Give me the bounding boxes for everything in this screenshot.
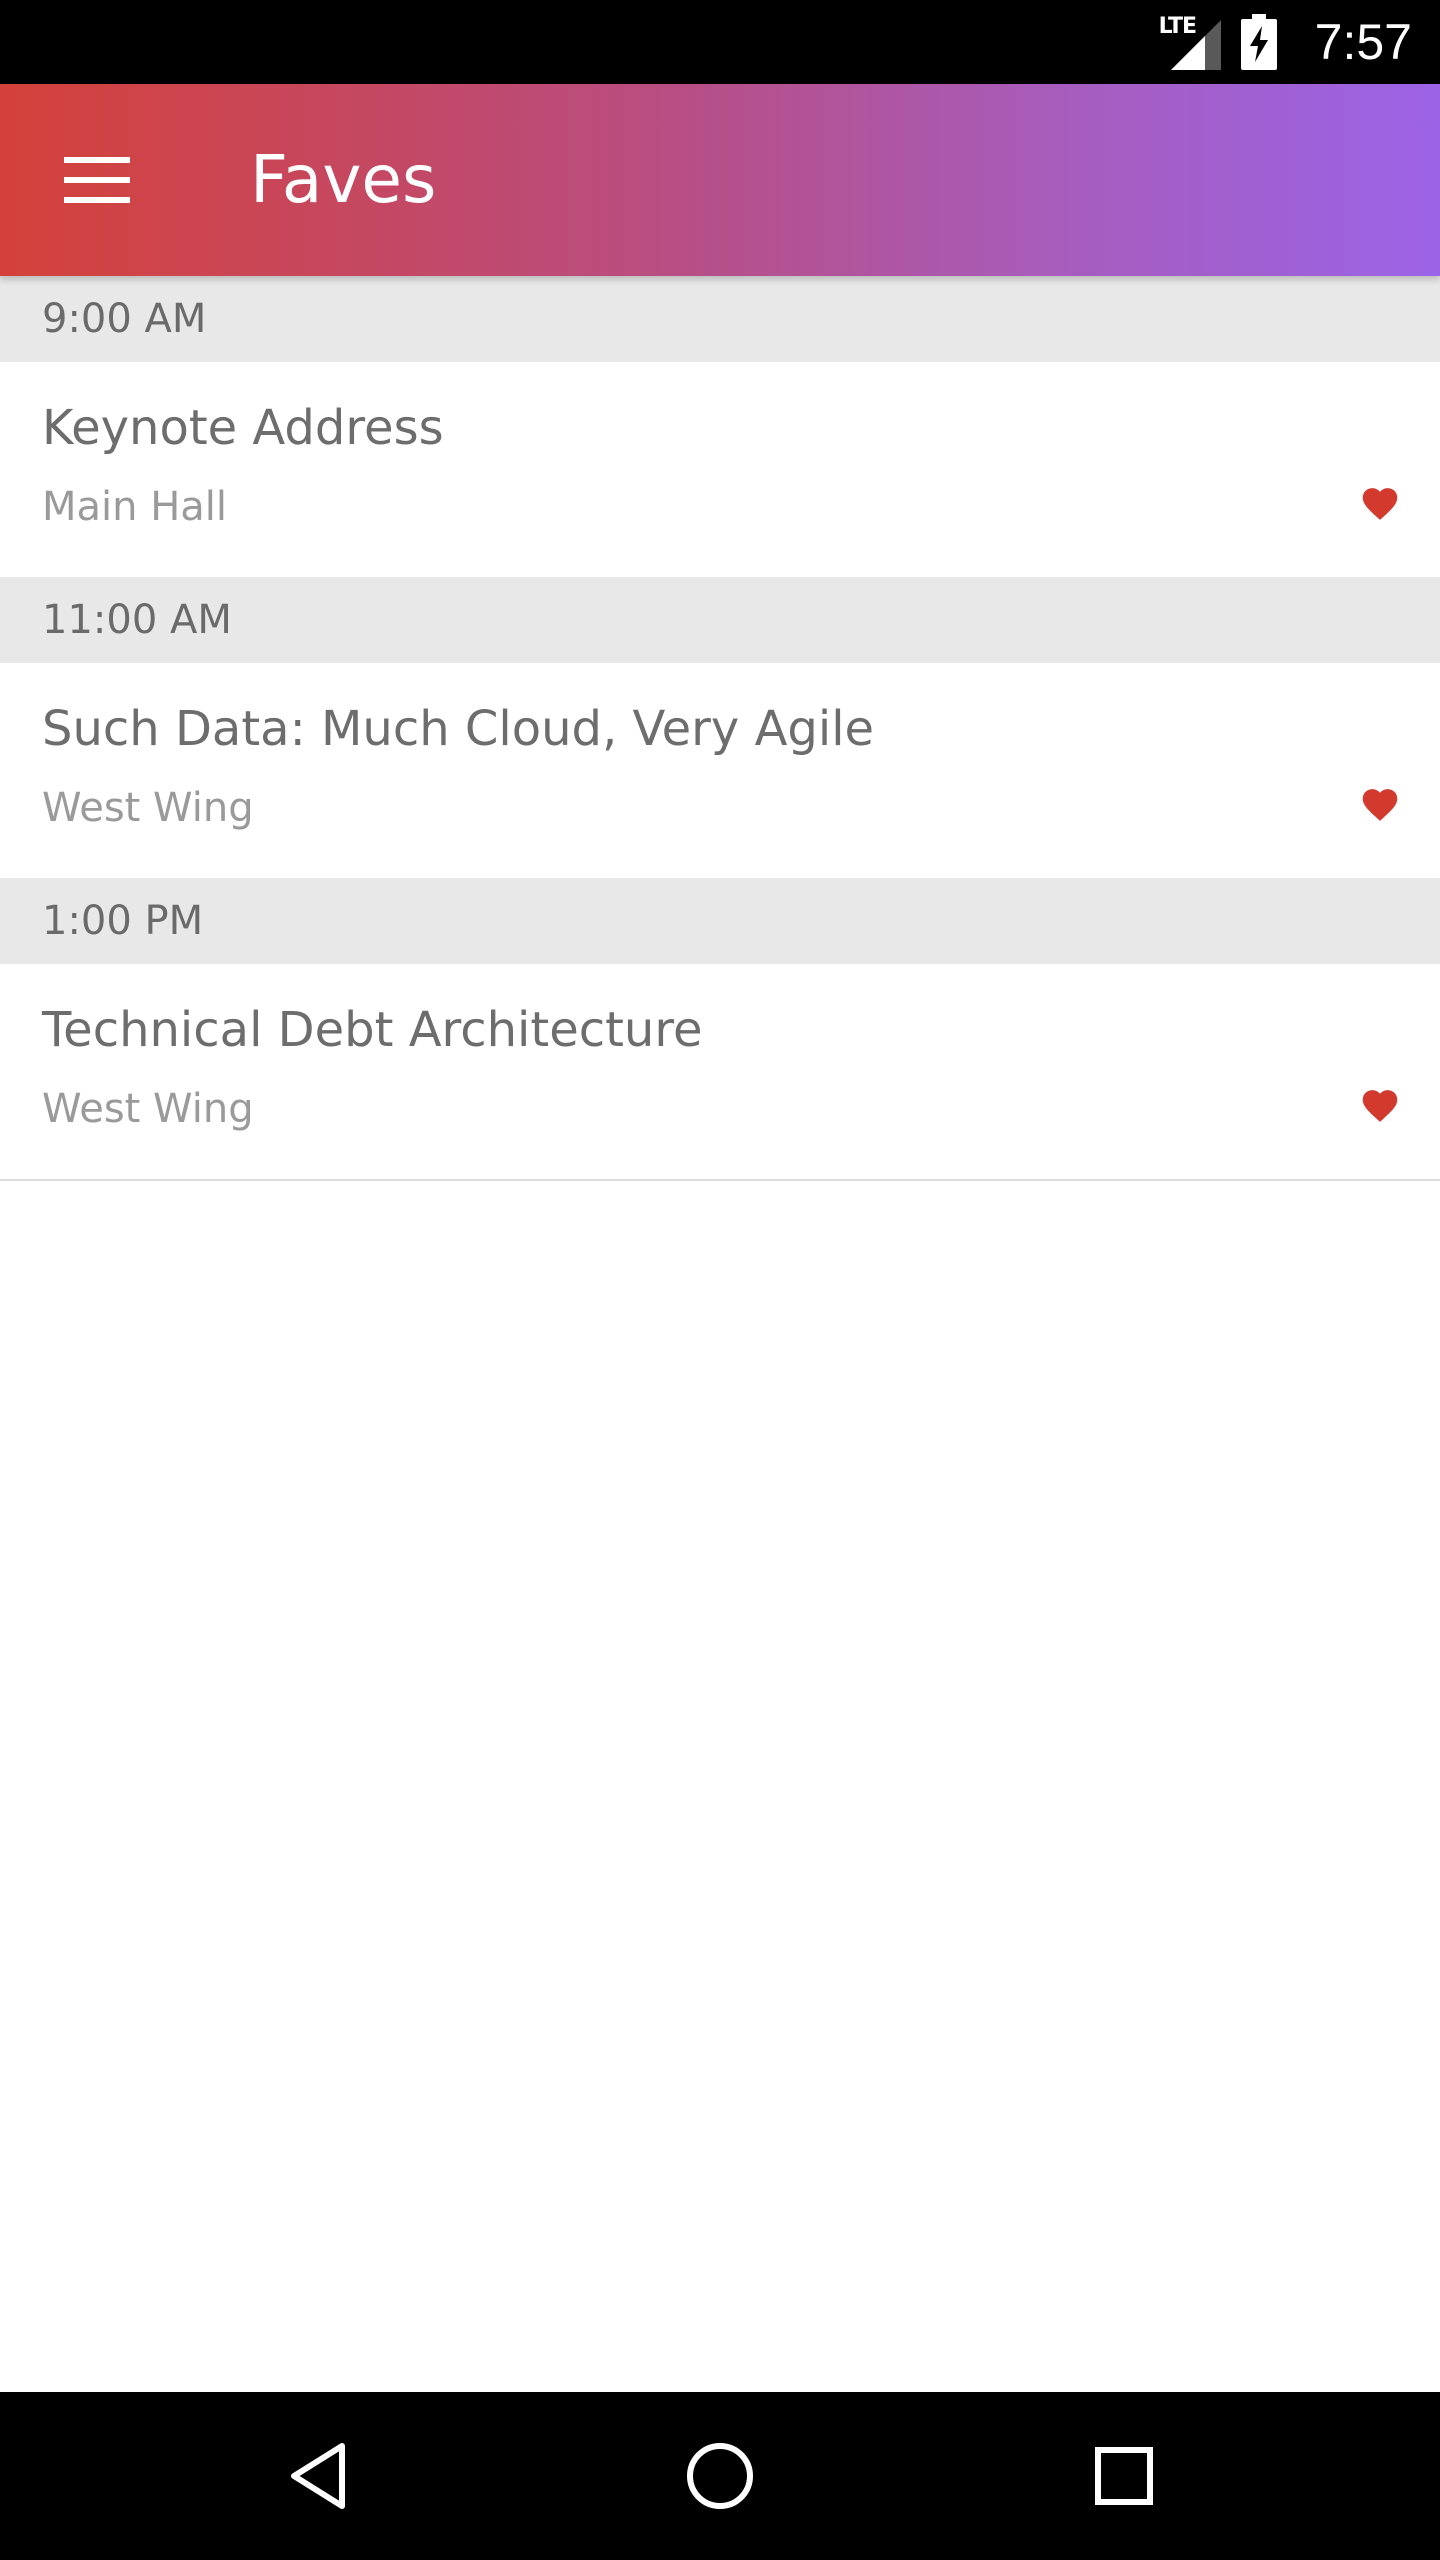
section-header-time: 1:00 PM: [0, 878, 1440, 964]
status-bar: LTE 7:57: [0, 0, 1440, 84]
heart-icon: [1362, 1090, 1398, 1122]
status-clock: 7:57: [1314, 14, 1412, 70]
heart-icon: [1362, 488, 1398, 520]
system-nav-bar: [0, 2392, 1440, 2560]
fave-toggle-button[interactable]: [1350, 472, 1410, 532]
section-header-time: 9:00 AM: [0, 276, 1440, 362]
recents-button[interactable]: [1074, 2426, 1174, 2526]
cell-signal: LTE: [1159, 14, 1221, 70]
back-triangle-icon: [291, 2443, 345, 2509]
battery-charging-icon: [1240, 14, 1277, 70]
signal-strength-icon: [1170, 20, 1221, 70]
faves-list: 9:00 AM Keynote Address Main Hall 11:00 …: [0, 276, 1440, 1181]
app-bar: Faves: [0, 84, 1440, 276]
session-title: Such Data: Much Cloud, Very Agile: [42, 701, 875, 757]
recents-square-icon: [1095, 2447, 1153, 2505]
heart-icon: [1362, 789, 1398, 821]
section-header-time: 11:00 AM: [0, 577, 1440, 663]
status-icons: LTE 7:57: [1159, 0, 1412, 84]
back-button[interactable]: [268, 2426, 368, 2526]
session-room: West Wing: [42, 1086, 254, 1132]
list-end-divider: [0, 1179, 1440, 1181]
home-button[interactable]: [670, 2426, 770, 2526]
session-item[interactable]: Such Data: Much Cloud, Very Agile West W…: [0, 663, 1440, 878]
session-title: Technical Debt Architecture: [42, 1002, 703, 1058]
menu-button[interactable]: [42, 130, 152, 230]
hamburger-menu-icon: [64, 157, 130, 203]
home-circle-icon: [687, 2443, 753, 2509]
fave-toggle-button[interactable]: [1350, 773, 1410, 833]
fave-toggle-button[interactable]: [1350, 1074, 1410, 1134]
session-room: Main Hall: [42, 484, 228, 530]
session-item[interactable]: Keynote Address Main Hall: [0, 362, 1440, 577]
page-title: Faves: [250, 141, 437, 218]
session-item[interactable]: Technical Debt Architecture West Wing: [0, 964, 1440, 1179]
session-room: West Wing: [42, 785, 254, 831]
session-title: Keynote Address: [42, 400, 444, 456]
